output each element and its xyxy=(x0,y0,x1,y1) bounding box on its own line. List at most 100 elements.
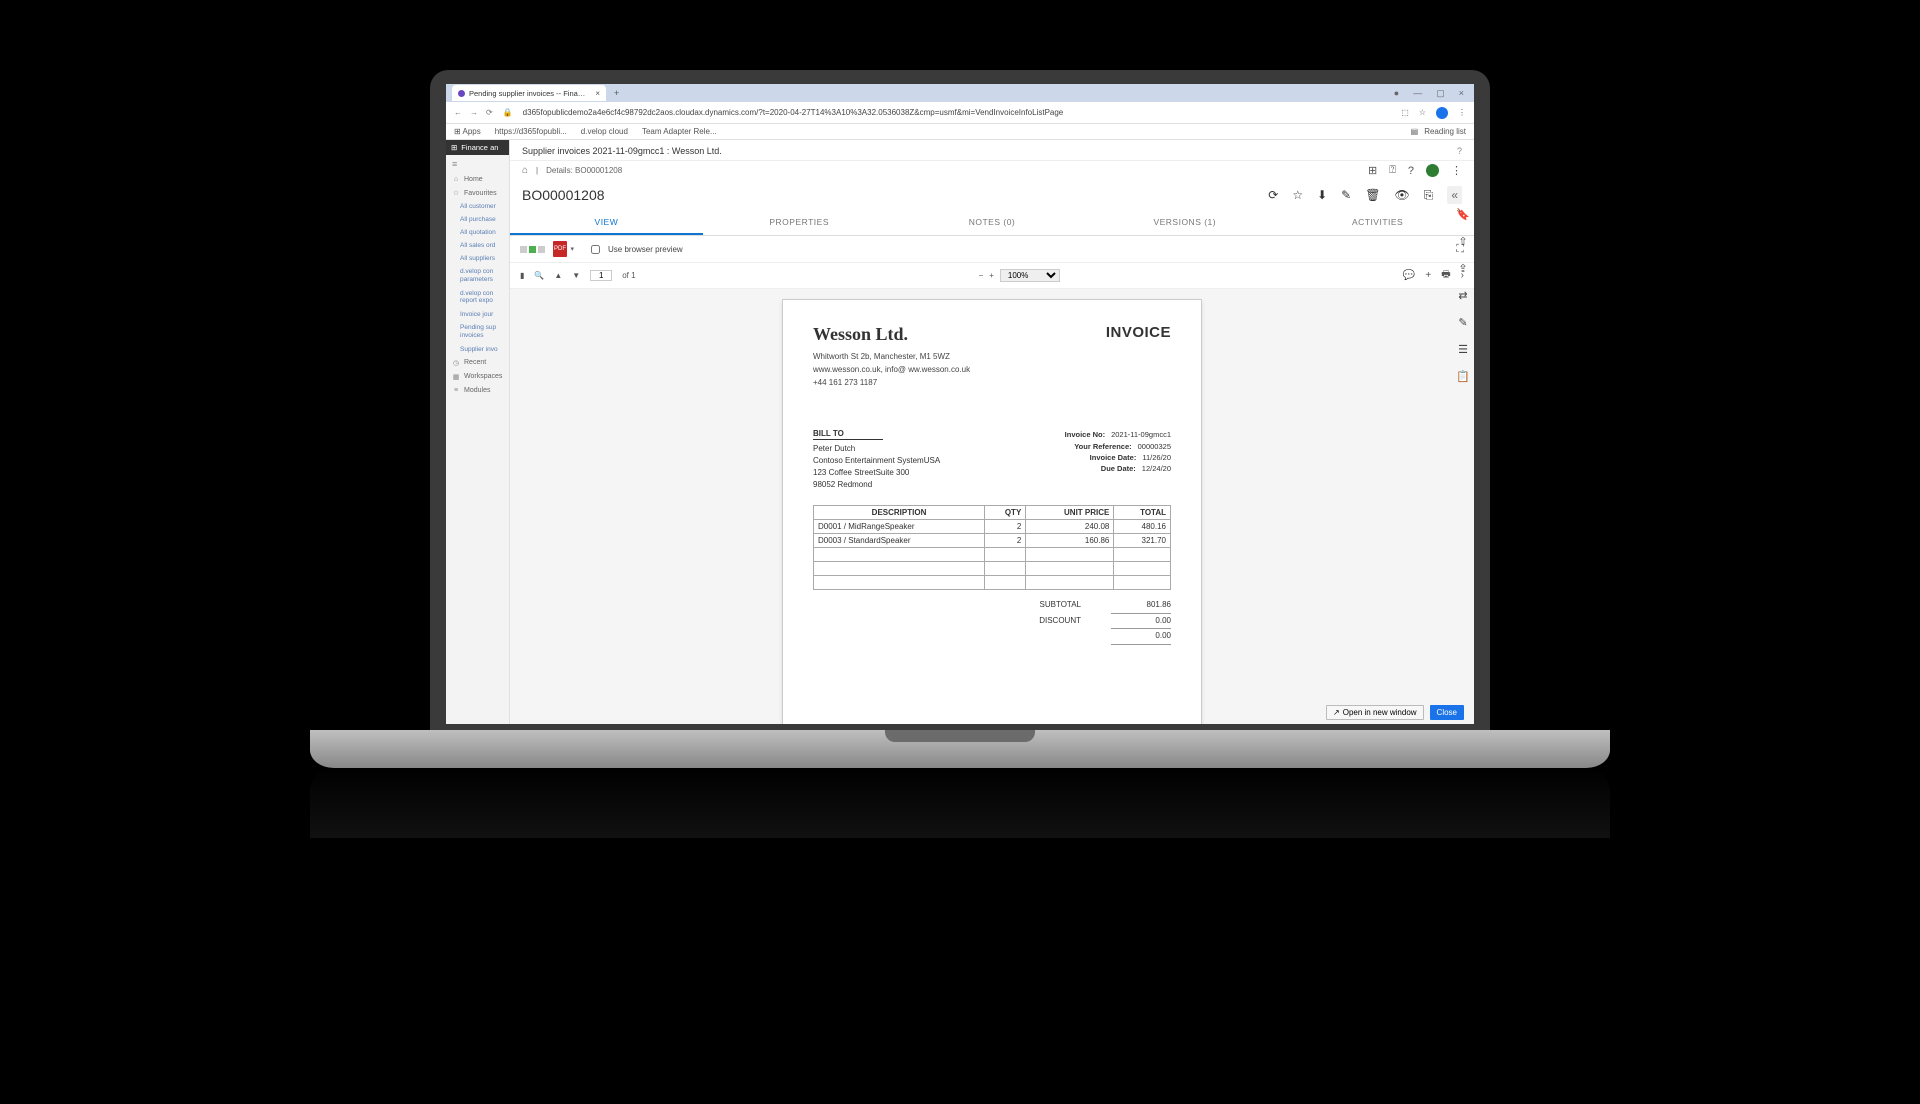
browser-tab[interactable]: Pending supplier invoices -- Fina… × xyxy=(452,85,606,101)
window-maximize-icon[interactable]: ▢ xyxy=(1436,88,1445,99)
new-tab-button[interactable]: + xyxy=(614,88,619,98)
checklist-icon[interactable]: ☰ xyxy=(1458,343,1468,356)
sidebar-sub-item[interactable]: d.velop con report expo xyxy=(446,287,509,309)
view-icon[interactable]: 👁 xyxy=(1394,188,1409,202)
document-id: BO00001208 xyxy=(522,187,605,203)
open-new-window-button[interactable]: ↗ Open in new window xyxy=(1326,705,1424,720)
sidebar-sub-item[interactable]: All quotation xyxy=(446,226,509,239)
sidebar-sub-item[interactable]: Supplier invo xyxy=(446,343,509,356)
print-icon[interactable]: 🖶 xyxy=(1441,267,1450,284)
discount-label: DISCOUNT xyxy=(1039,614,1081,629)
extra-value: 0.00 xyxy=(1111,629,1171,644)
page-of-label: of 1 xyxy=(622,271,635,280)
window-close-icon[interactable]: × xyxy=(1459,88,1464,99)
star-icon: ☆ xyxy=(452,189,460,197)
bookmark-link[interactable]: Team Adapter Rele... xyxy=(642,127,717,136)
tab-overflow-icon[interactable]: ● xyxy=(1394,88,1399,99)
brush-icon[interactable]: ✎ xyxy=(1458,316,1467,329)
add-icon[interactable]: + xyxy=(1425,270,1431,281)
tab-properties[interactable]: PROPERTIES xyxy=(703,210,896,235)
sidebar-item-home[interactable]: ⌂Home xyxy=(446,173,509,186)
transfer-icon[interactable]: ⇄ xyxy=(1458,289,1467,302)
favorite-icon[interactable]: ☆ xyxy=(1292,188,1303,202)
hamburger-icon[interactable]: ≡ xyxy=(446,155,509,173)
refresh-icon[interactable]: ⟳ xyxy=(1268,188,1278,202)
down-icon[interactable]: ▼ xyxy=(572,271,580,280)
download-icon[interactable]: ⬇ xyxy=(1317,188,1327,202)
profile-avatar-icon[interactable] xyxy=(1436,107,1448,119)
forward-icon[interactable]: → xyxy=(470,108,478,117)
bookmark-star-icon[interactable]: ☆ xyxy=(1419,108,1426,117)
sidebar-sub-item[interactable]: Pending sup invoices xyxy=(446,321,509,343)
page-number-input[interactable] xyxy=(590,270,612,281)
reload-icon[interactable]: ⟳ xyxy=(486,108,493,117)
collapse-panel-icon[interactable]: « xyxy=(1447,186,1462,204)
bookmark-link[interactable]: https://d365fopubli... xyxy=(495,127,567,136)
sidebar-sub-item[interactable]: All customer xyxy=(446,200,509,213)
use-browser-preview-checkbox[interactable] xyxy=(591,245,600,254)
bookmark-link[interactable]: d.velop cloud xyxy=(581,127,628,136)
pdf-icon[interactable]: PDF xyxy=(553,241,567,257)
pdf-canvas: Wesson Ltd. Whitworth St 2b, Manchester,… xyxy=(510,289,1474,724)
zoom-in-icon[interactable]: + xyxy=(989,271,994,280)
upload-icon[interactable]: ⇧ xyxy=(1458,235,1467,248)
grid-icon: ▦ xyxy=(452,373,460,381)
page-title: Supplier invoices 2021-11-09gmcc1 : Wess… xyxy=(522,146,722,156)
reading-list-button[interactable]: ▤ Reading list xyxy=(1411,127,1466,136)
clipboard-icon[interactable]: 📋 xyxy=(1456,370,1470,383)
col-unit-price: UNIT PRICE xyxy=(1026,506,1114,520)
tab-activities[interactable]: ACTIVITIES xyxy=(1281,210,1474,235)
comment-icon[interactable]: 💬 xyxy=(1403,270,1415,281)
search-icon[interactable]: 🔍 xyxy=(534,271,544,280)
kebab-menu-icon[interactable]: ⋮ xyxy=(1458,108,1466,117)
browser-tab-bar: Pending supplier invoices -- Fina… × + ●… xyxy=(446,84,1474,102)
close-tab-icon[interactable]: × xyxy=(595,89,600,98)
sidebar-item-recent[interactable]: ◷Recent xyxy=(446,356,509,370)
tab-notes[interactable]: NOTES (0) xyxy=(896,210,1089,235)
close-button[interactable]: Close xyxy=(1430,705,1464,720)
bill-to-label: BILL TO xyxy=(813,429,883,440)
app-switcher[interactable]: ⊞ Finance an xyxy=(446,140,509,155)
right-tool-rail: 🔖 ⇧ ⇪ ⇄ ✎ ☰ 📋 xyxy=(1452,208,1474,383)
help-icon[interactable]: ? xyxy=(1457,146,1462,156)
tab-versions[interactable]: VERSIONS (1) xyxy=(1088,210,1281,235)
sidebar-toggle-icon[interactable]: ▮ xyxy=(520,271,524,280)
copy-icon[interactable]: ⎘ xyxy=(1424,188,1434,203)
attach-icon[interactable]: 🔖 xyxy=(1456,208,1470,221)
window-minimize-icon[interactable]: — xyxy=(1413,88,1422,99)
back-icon[interactable]: ← xyxy=(454,108,462,117)
use-browser-preview-label: Use browser preview xyxy=(608,245,683,254)
apps-grid-icon[interactable]: ⊞ xyxy=(1368,164,1377,177)
apps-shortcut[interactable]: ⊞ Apps xyxy=(454,127,481,136)
company-web: www.wesson.co.uk, info@ ww.wesson.co.uk xyxy=(813,364,970,377)
kebab-icon[interactable]: ⋮ xyxy=(1451,164,1462,177)
reference-label: Your Reference: xyxy=(1074,441,1131,452)
help2-icon[interactable]: ? xyxy=(1408,165,1414,177)
up-icon[interactable]: ▲ xyxy=(554,271,562,280)
delete-icon[interactable]: 🗑 xyxy=(1365,188,1380,202)
url-text[interactable]: d365fopublicdemo2a4e6cf4c98792dc2aos.clo… xyxy=(523,108,1392,117)
sidebar-sub-item[interactable]: Invoice jour xyxy=(446,308,509,321)
col-qty: QTY xyxy=(985,506,1026,520)
sidebar-sub-item[interactable]: All suppliers xyxy=(446,252,509,265)
home-icon: ⌂ xyxy=(452,176,460,183)
extension-icon[interactable]: ⬚ xyxy=(1401,108,1409,117)
col-description: DESCRIPTION xyxy=(814,506,985,520)
lock-icon: 🔒 xyxy=(503,108,513,117)
gift-icon[interactable]: ⍰ xyxy=(1389,164,1396,177)
zoom-out-icon[interactable]: − xyxy=(979,271,984,280)
sidebar-item-workspaces[interactable]: ▦Workspaces xyxy=(446,370,509,384)
sidebar-sub-item[interactable]: All purchase xyxy=(446,213,509,226)
breadcrumb: ⌂ | Details: BO00001208 ⊞ ⍰ ? ⋮ xyxy=(510,161,1474,180)
zoom-select[interactable]: 100% xyxy=(1000,269,1060,282)
list-icon: ≡ xyxy=(452,387,460,394)
sidebar-item-modules[interactable]: ≡Modules xyxy=(446,384,509,397)
sidebar-sub-item[interactable]: All sales ord xyxy=(446,239,509,252)
sidebar-sub-item[interactable]: d.velop con parameters xyxy=(446,265,509,287)
tab-view[interactable]: VIEW xyxy=(510,210,703,235)
user-avatar-icon[interactable] xyxy=(1426,164,1439,177)
edit-icon[interactable]: ✎ xyxy=(1341,188,1351,202)
sidebar-item-favourites[interactable]: ☆Favourites xyxy=(446,186,509,200)
share-icon[interactable]: ⇪ xyxy=(1458,262,1467,275)
breadcrumb-home-icon[interactable]: ⌂ xyxy=(522,165,528,176)
